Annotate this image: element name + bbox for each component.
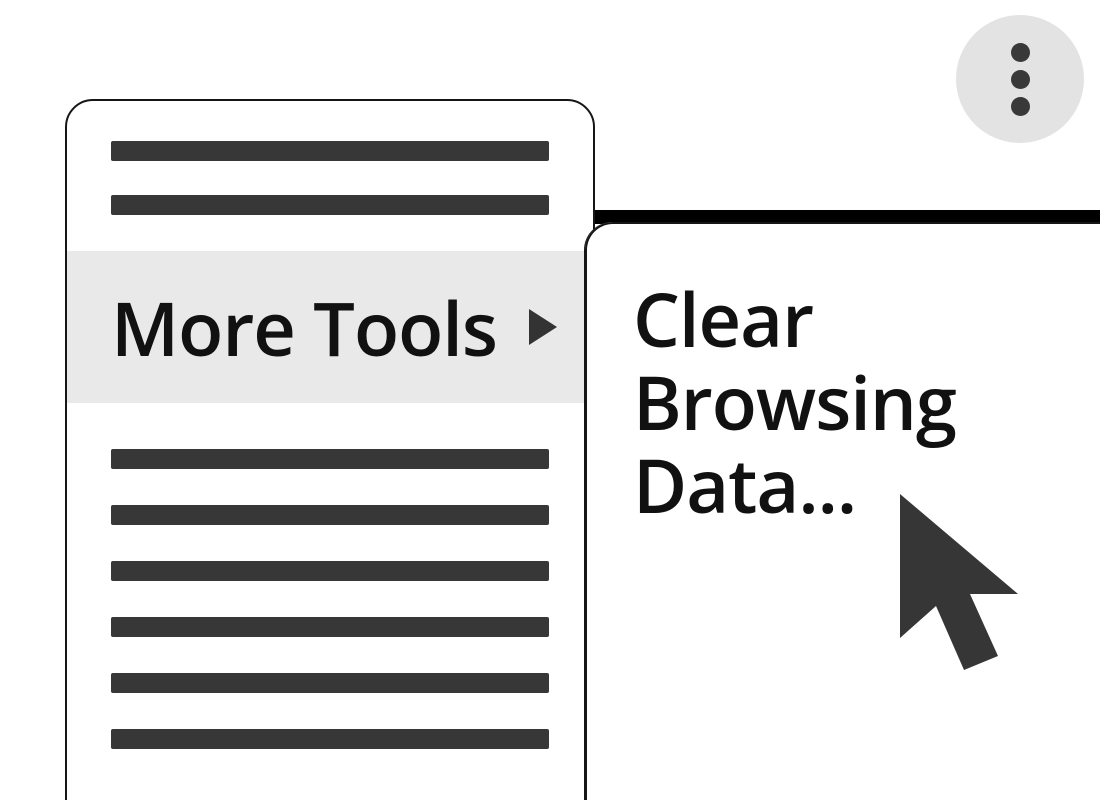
menu-item-placeholder[interactable] [111,561,549,581]
menu-placeholder-group-top [67,141,593,215]
menu-item-placeholder[interactable] [111,673,549,693]
main-menu-inner: More Tools [67,101,593,749]
menu-item-placeholder[interactable] [111,449,549,469]
menu-placeholder-group-bottom [67,449,593,749]
stage: More Tools Clear Browsing Data... [0,0,1100,800]
menu-item-clear-browsing-data[interactable]: Clear Browsing Data... [633,278,1075,527]
more-tools-submenu: Clear Browsing Data... [585,222,1100,800]
submenu-item-label: Clear Browsing Data... [633,268,956,535]
menu-item-more-tools[interactable]: More Tools [67,251,593,403]
menu-item-placeholder[interactable] [111,505,549,525]
submenu-arrow-icon [527,307,559,347]
overflow-menu-button[interactable] [956,15,1084,143]
submenu-inner: Clear Browsing Data... [585,222,1100,527]
more-vertical-icon [1011,43,1030,62]
menu-item-label: More Tools [111,277,497,378]
menu-item-placeholder[interactable] [111,195,549,215]
menu-item-placeholder[interactable] [111,141,549,161]
main-menu: More Tools [65,99,595,800]
menu-item-placeholder[interactable] [111,617,549,637]
menu-item-placeholder[interactable] [111,729,549,749]
more-vertical-icon [1011,70,1030,89]
more-vertical-icon [1011,97,1030,116]
